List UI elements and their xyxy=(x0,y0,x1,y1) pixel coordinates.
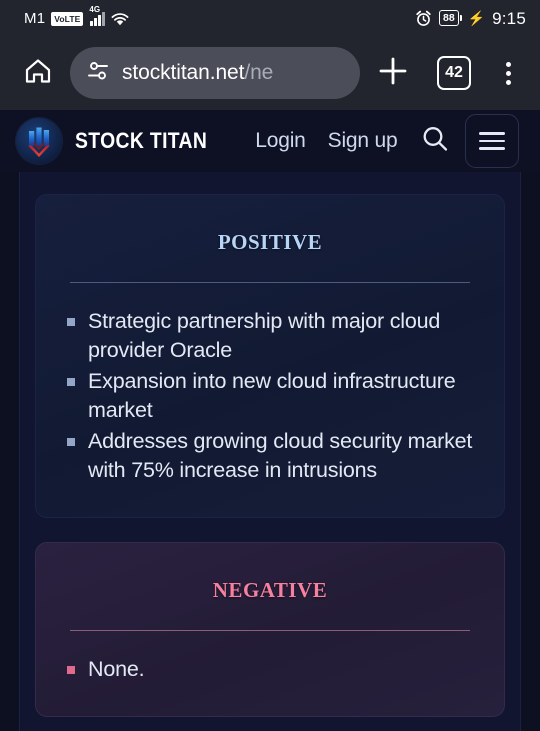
plus-icon xyxy=(376,54,410,93)
tab-switcher-button[interactable]: 42 xyxy=(426,56,482,90)
site-header: STOCK TITAN Login Sign up xyxy=(0,110,540,172)
home-button[interactable] xyxy=(10,56,66,91)
alarm-icon xyxy=(415,10,432,27)
volte-badge: VoLTE xyxy=(51,11,84,26)
stock-titan-logo-icon xyxy=(16,118,62,164)
search-icon xyxy=(419,123,451,160)
negative-bullet-list: None. xyxy=(62,655,478,684)
url-text: stocktitan.net/ne xyxy=(122,61,273,85)
content-right-edge xyxy=(520,172,521,731)
page-body: Positive Strategic partnership with majo… xyxy=(0,172,540,731)
header-nav: Login Sign up xyxy=(255,129,397,153)
brand-label: STOCK TITAN xyxy=(75,128,208,153)
positive-card-title: Positive xyxy=(217,223,323,256)
battery-cap xyxy=(459,15,462,21)
status-bar-right: 88 ⚡ 9:15 xyxy=(415,10,526,27)
site-settings-icon[interactable] xyxy=(86,59,110,88)
battery-indicator: 88 xyxy=(438,9,462,27)
brand-logo-link[interactable]: STOCK TITAN xyxy=(16,118,225,164)
android-status-bar: M1 VoLTE 4G 88 ⚡ 9:15 xyxy=(0,0,540,36)
signup-link[interactable]: Sign up xyxy=(328,129,398,153)
wifi-icon xyxy=(111,12,129,26)
negative-card-title: Negative xyxy=(212,571,328,604)
search-button[interactable] xyxy=(419,123,451,160)
home-icon xyxy=(23,56,53,91)
hamburger-menu-button[interactable] xyxy=(465,114,520,168)
network-type-label: 4G xyxy=(89,4,101,14)
clock-label: 9:15 xyxy=(492,8,526,28)
positive-card-divider xyxy=(70,282,470,283)
url-path: /ne xyxy=(244,61,274,84)
list-item: Strategic partnership with major cloud p… xyxy=(62,307,478,365)
url-domain: stocktitan.net xyxy=(122,61,245,84)
hamburger-line-2 xyxy=(479,139,506,143)
battery-level-label: 88 xyxy=(438,9,459,27)
new-tab-button[interactable] xyxy=(364,54,422,93)
status-bar-left: M1 VoLTE 4G xyxy=(24,5,129,27)
carrier-label: M1 xyxy=(24,9,46,27)
cellular-signal-icon: 4G xyxy=(89,5,106,26)
positive-sentiment-card: Positive Strategic partnership with majo… xyxy=(35,194,505,518)
browser-menu-button[interactable] xyxy=(486,61,530,85)
negative-card-divider xyxy=(70,630,470,631)
list-item: Expansion into new cloud infrastructure … xyxy=(62,367,478,425)
hamburger-line-3 xyxy=(479,147,506,150)
article-content-column: Positive Strategic partnership with majo… xyxy=(20,172,520,731)
browser-toolbar: stocktitan.net/ne 42 xyxy=(0,36,540,110)
list-item: None. xyxy=(62,655,478,684)
positive-bullet-list: Strategic partnership with major cloud p… xyxy=(62,307,478,485)
tab-count-label: 42 xyxy=(437,56,471,90)
overflow-menu-icon xyxy=(505,61,511,85)
negative-sentiment-card: Negative None. xyxy=(35,542,505,717)
charging-bolt-icon: ⚡ xyxy=(467,10,486,26)
list-item: Addresses growing cloud security market … xyxy=(62,427,478,485)
address-bar[interactable]: stocktitan.net/ne xyxy=(70,47,360,99)
hamburger-line-1 xyxy=(479,132,506,135)
login-link[interactable]: Login xyxy=(255,129,306,153)
